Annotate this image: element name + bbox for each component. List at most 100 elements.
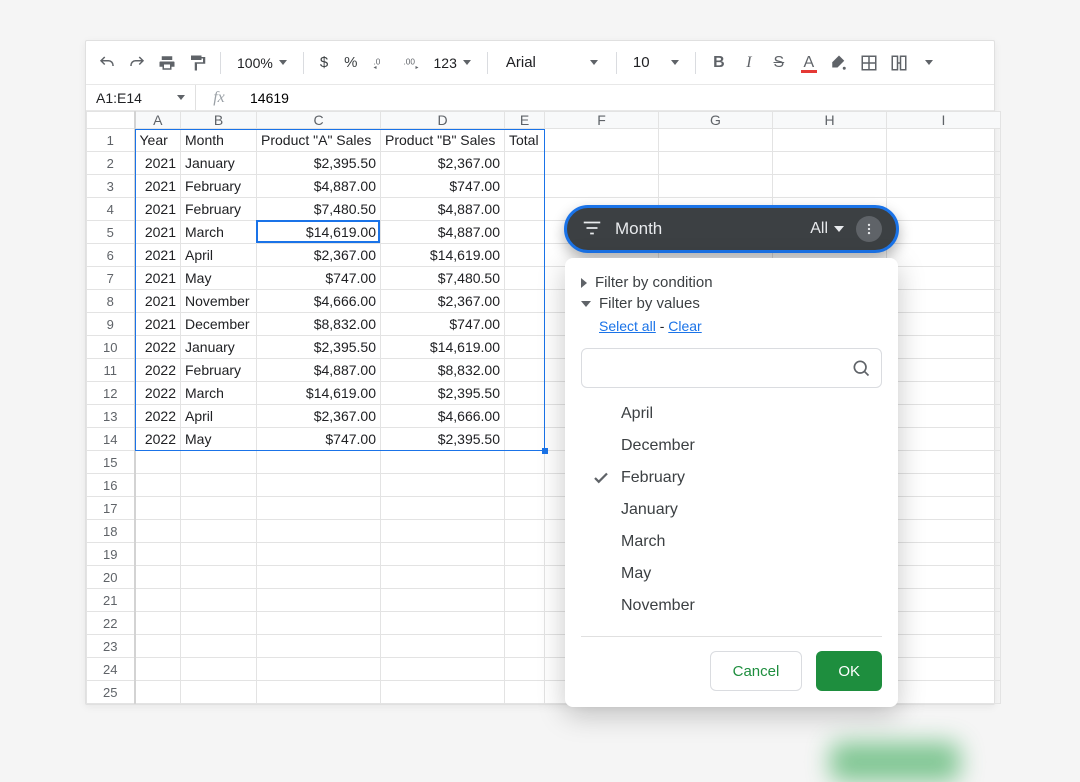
font-select[interactable]: Arial <box>498 50 606 76</box>
cell[interactable]: $2,395.50 <box>257 336 381 359</box>
print-button[interactable] <box>154 50 180 76</box>
cell[interactable]: 2021 <box>135 221 181 244</box>
cell[interactable] <box>505 382 545 405</box>
cell[interactable] <box>545 129 659 152</box>
cell[interactable] <box>181 612 257 635</box>
cell[interactable] <box>505 290 545 313</box>
cell[interactable] <box>257 497 381 520</box>
cell[interactable] <box>257 681 381 704</box>
cell[interactable]: $747.00 <box>257 428 381 451</box>
filter-chip[interactable]: Month All <box>564 205 899 253</box>
cell[interactable] <box>773 175 887 198</box>
filter-chip-value[interactable]: All <box>810 220 844 238</box>
cell[interactable] <box>135 543 181 566</box>
cell[interactable] <box>381 681 505 704</box>
cell[interactable] <box>381 566 505 589</box>
cell[interactable]: $2,367.00 <box>381 290 505 313</box>
cell[interactable]: $4,666.00 <box>381 405 505 428</box>
cell[interactable] <box>887 451 1001 474</box>
cell[interactable] <box>545 152 659 175</box>
cell[interactable] <box>505 313 545 336</box>
cell[interactable]: 2021 <box>135 152 181 175</box>
cell[interactable] <box>181 543 257 566</box>
bold-button[interactable]: B <box>706 50 732 76</box>
col-header-F[interactable]: F <box>545 112 659 129</box>
filter-value-item[interactable]: February <box>581 462 882 494</box>
filter-search[interactable] <box>581 348 882 388</box>
cell[interactable] <box>887 198 1001 221</box>
filter-value-item[interactable]: May <box>581 558 882 590</box>
cell[interactable] <box>181 658 257 681</box>
cell[interactable]: $8,832.00 <box>381 359 505 382</box>
cell[interactable] <box>135 474 181 497</box>
text-color-button[interactable]: A <box>796 50 822 76</box>
cell[interactable] <box>257 566 381 589</box>
cell[interactable] <box>887 244 1001 267</box>
cell[interactable] <box>887 589 1001 612</box>
cell[interactable]: February <box>181 175 257 198</box>
row-header[interactable]: 4 <box>87 198 135 221</box>
select-all-link[interactable]: Select all <box>599 318 656 334</box>
cell[interactable] <box>773 129 887 152</box>
cell[interactable]: Product "B" Sales <box>381 129 505 152</box>
cell[interactable] <box>381 658 505 681</box>
cell[interactable]: 2021 <box>135 267 181 290</box>
cell[interactable] <box>257 635 381 658</box>
cell[interactable]: $747.00 <box>381 313 505 336</box>
cell[interactable] <box>257 658 381 681</box>
cell[interactable] <box>381 497 505 520</box>
cell[interactable]: December <box>181 313 257 336</box>
col-header-C[interactable]: C <box>257 112 381 129</box>
row-header[interactable]: 8 <box>87 290 135 313</box>
cell[interactable] <box>181 497 257 520</box>
cell[interactable]: $7,480.50 <box>381 267 505 290</box>
cell[interactable]: 2021 <box>135 244 181 267</box>
cell[interactable] <box>887 497 1001 520</box>
cell[interactable]: May <box>181 428 257 451</box>
cell[interactable]: $4,666.00 <box>257 290 381 313</box>
cell[interactable] <box>887 129 1001 152</box>
zoom-select[interactable]: 100% <box>231 55 293 71</box>
cell[interactable] <box>505 152 545 175</box>
cell[interactable]: January <box>181 336 257 359</box>
col-header-A[interactable]: A <box>135 112 181 129</box>
name-box[interactable]: A1:E14 <box>86 85 196 110</box>
cell[interactable] <box>505 681 545 704</box>
cell[interactable]: Month <box>181 129 257 152</box>
cell[interactable] <box>381 451 505 474</box>
filter-value-item[interactable]: April <box>581 398 882 430</box>
cancel-button[interactable]: Cancel <box>710 651 803 691</box>
cell[interactable]: 2021 <box>135 198 181 221</box>
cell[interactable] <box>181 589 257 612</box>
cell[interactable]: $14,619.00 <box>257 382 381 405</box>
cell[interactable] <box>505 658 545 681</box>
cell[interactable]: 2022 <box>135 336 181 359</box>
select-all-corner[interactable] <box>87 112 135 129</box>
cell[interactable] <box>381 612 505 635</box>
cell[interactable] <box>381 635 505 658</box>
cell[interactable] <box>181 635 257 658</box>
row-header[interactable]: 9 <box>87 313 135 336</box>
cell[interactable]: 2021 <box>135 313 181 336</box>
cell[interactable]: 2022 <box>135 405 181 428</box>
cell[interactable] <box>135 589 181 612</box>
filter-value-item[interactable]: March <box>581 526 882 558</box>
cell[interactable] <box>887 382 1001 405</box>
cell[interactable]: 2021 <box>135 290 181 313</box>
cell[interactable]: March <box>181 382 257 405</box>
cell[interactable] <box>887 474 1001 497</box>
cell[interactable]: April <box>181 405 257 428</box>
cell[interactable] <box>887 359 1001 382</box>
row-header[interactable]: 12 <box>87 382 135 405</box>
cell[interactable]: February <box>181 198 257 221</box>
row-header[interactable]: 18 <box>87 520 135 543</box>
merge-button[interactable] <box>886 50 912 76</box>
percent-button[interactable]: % <box>338 54 363 71</box>
decrease-decimal-button[interactable]: .0 <box>368 50 394 76</box>
row-header[interactable]: 15 <box>87 451 135 474</box>
cell[interactable] <box>887 635 1001 658</box>
cell[interactable] <box>887 681 1001 704</box>
row-header[interactable]: 17 <box>87 497 135 520</box>
cell[interactable]: $4,887.00 <box>257 175 381 198</box>
cell[interactable] <box>887 612 1001 635</box>
